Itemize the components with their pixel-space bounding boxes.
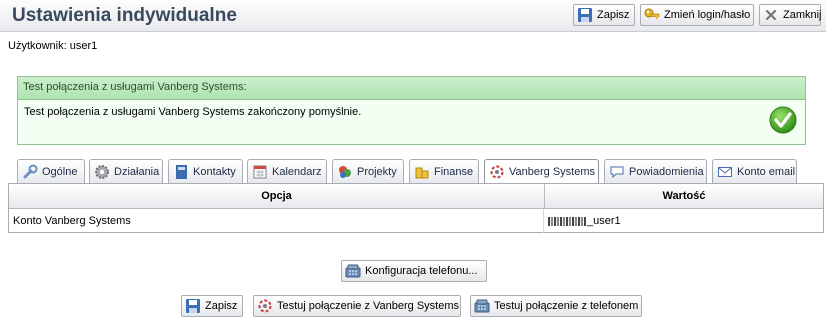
value-cell[interactable]: _user1	[544, 209, 823, 233]
close-button[interactable]: Zamknij	[759, 4, 822, 26]
connection-status-panel: Test połączenia z usługami Vanberg Syste…	[17, 76, 806, 145]
floppy-disk-icon	[577, 7, 593, 23]
change-login-label: Zmień login/hasło	[664, 9, 751, 21]
vanberg-icon	[489, 164, 505, 180]
phone-icon	[474, 298, 490, 314]
header-bar: Ustawienia indywidualne Zapisz Zmień log…	[0, 0, 826, 32]
tab-label: Finanse	[434, 165, 474, 178]
tab-label: Powiadomienia	[629, 165, 704, 178]
change-login-button[interactable]: Zmień login/hasło	[640, 4, 754, 26]
wrench-icon	[22, 164, 38, 180]
test-phone-button[interactable]: Testuj połączenie z telefonem	[470, 295, 642, 317]
phone-icon	[345, 263, 361, 279]
tab-label: Ogólne	[42, 165, 78, 178]
status-panel-title: Test połączenia z usługami Vanberg Syste…	[18, 77, 805, 100]
close-icon	[763, 7, 779, 23]
tab-projekty[interactable]: Projekty	[332, 159, 404, 183]
page-title: Ustawienia indywidualne	[12, 5, 237, 26]
test-vanberg-label: Testuj połączenie z Vanberg Systems	[277, 300, 459, 312]
calendar-icon	[252, 164, 268, 180]
user-name: user1	[69, 40, 98, 52]
speech-bubble-icon	[609, 164, 625, 180]
tab-ogolne[interactable]: Ogólne	[17, 159, 85, 183]
tab-konto-email[interactable]: Konto email	[712, 159, 797, 183]
address-book-icon	[173, 164, 189, 180]
phone-config-button[interactable]: Konfiguracja telefonu...	[341, 260, 487, 282]
options-table: Opcja Wartość Konto Vanberg Systems _use…	[8, 183, 824, 233]
masked-text	[548, 216, 586, 226]
save-button-label: Zapisz	[205, 300, 238, 312]
close-button-label: Zamknij	[783, 9, 822, 21]
tab-vanberg-systems[interactable]: Vanberg Systems	[484, 159, 599, 184]
tab-kalendarz[interactable]: Kalendarz	[247, 159, 327, 183]
tab-label: Działania	[114, 165, 160, 178]
envelope-icon	[717, 164, 733, 180]
column-header-value: Wartość	[662, 190, 706, 202]
key-icon	[644, 7, 660, 23]
test-phone-label: Testuj połączenie z telefonem	[494, 300, 639, 312]
table-header: Opcja Wartość	[9, 184, 823, 209]
tab-label: Kalendarz	[272, 165, 322, 178]
tab-powiadomienia[interactable]: Powiadomienia	[604, 159, 707, 183]
table-row[interactable]: Konto Vanberg Systems _user1	[9, 209, 823, 233]
tab-dzialania[interactable]: Działania	[89, 159, 163, 183]
value-text: _user1	[587, 215, 621, 227]
phone-config-label: Konfiguracja telefonu...	[365, 265, 478, 277]
coins-icon	[414, 164, 430, 180]
tab-kontakty[interactable]: Kontakty	[168, 159, 243, 183]
column-header-option: Opcja	[9, 184, 545, 208]
gear-icon	[94, 164, 110, 180]
tab-label: Konto email	[737, 165, 796, 178]
success-check-icon	[769, 106, 797, 137]
status-panel-message: Test połączenia z usługami Vanberg Syste…	[24, 106, 362, 118]
vanberg-icon	[257, 298, 273, 314]
floppy-disk-icon	[185, 298, 201, 314]
user-info: Użytkownik: user1	[8, 40, 97, 52]
projects-icon	[337, 164, 353, 180]
user-label: Użytkownik:	[8, 40, 67, 52]
tab-label: Kontakty	[193, 165, 236, 178]
save-button-top[interactable]: Zapisz	[573, 4, 635, 26]
tab-label: Vanberg Systems	[509, 166, 596, 178]
save-button-label: Zapisz	[597, 9, 630, 21]
save-button-bottom[interactable]: Zapisz	[181, 295, 243, 317]
tab-label: Projekty	[357, 165, 397, 178]
test-vanberg-button[interactable]: Testuj połączenie z Vanberg Systems	[253, 295, 461, 317]
option-cell: Konto Vanberg Systems	[9, 209, 544, 233]
tab-finanse[interactable]: Finanse	[409, 159, 479, 183]
